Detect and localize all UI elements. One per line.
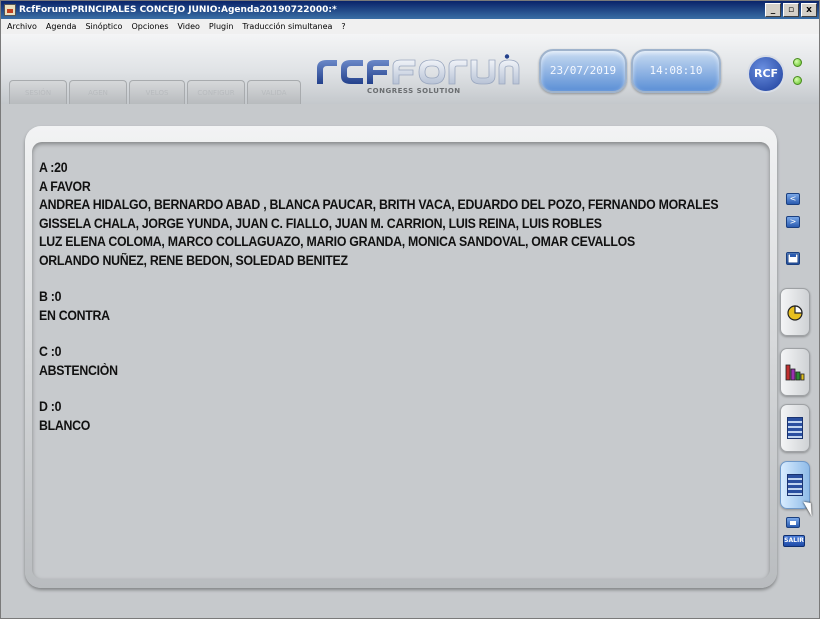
menu-video[interactable]: Video bbox=[178, 19, 200, 34]
list-button[interactable] bbox=[780, 404, 810, 452]
menu-sinoptico[interactable]: Sinóptico bbox=[85, 19, 122, 34]
menu-agenda[interactable]: Agenda bbox=[46, 19, 77, 34]
option-c-title: ABSTENCIÒN bbox=[39, 362, 118, 378]
menu-help[interactable]: ? bbox=[341, 19, 345, 34]
maximize-button[interactable]: ▫ bbox=[783, 3, 799, 17]
pie-chart-button[interactable] bbox=[780, 288, 810, 336]
option-d-title: BLANCO bbox=[39, 417, 91, 433]
exit-button[interactable]: SALIR bbox=[783, 535, 805, 547]
option-b-count: B :0 bbox=[39, 289, 62, 304]
bar-chart-button[interactable] bbox=[780, 348, 810, 396]
option-a-names-line: LUZ ELENA COLOMA, MARCO COLLAGUAZO, MARI… bbox=[39, 234, 635, 249]
option-a-count: A :20 bbox=[39, 160, 68, 175]
menu-traduccion[interactable]: Traducción simultanea bbox=[242, 19, 332, 34]
app-icon bbox=[4, 4, 16, 16]
tab-configuracion[interactable]: CONFIGUR bbox=[187, 80, 245, 104]
app-window: RcfForum:PRINCIPALES CONCEJO JUNIO:Agend… bbox=[0, 0, 820, 619]
close-button[interactable]: x bbox=[801, 3, 817, 17]
title-bar: RcfForum:PRINCIPALES CONCEJO JUNIO:Agend… bbox=[1, 1, 819, 19]
option-a-names-line: ORLANDO NUÑEZ, RENE BEDON, SOLEDAD BENIT… bbox=[39, 252, 348, 268]
window-title: RcfForum:PRINCIPALES CONCEJO JUNIO:Agend… bbox=[19, 5, 337, 15]
list-icon bbox=[787, 417, 803, 439]
status-led-bottom bbox=[793, 76, 802, 85]
menu-plugin[interactable]: Plugin bbox=[209, 19, 234, 34]
results-panel: A :20 A FAVOR ANDREA HIDALGO, BERNARDO A… bbox=[32, 142, 770, 579]
list-detail-icon bbox=[787, 474, 803, 496]
rcf-badge[interactable]: RCF bbox=[747, 55, 785, 93]
option-d-count: D :0 bbox=[39, 399, 62, 414]
bar-chart-icon bbox=[785, 364, 805, 381]
status-led-top bbox=[793, 58, 802, 67]
option-c-count: C :0 bbox=[39, 344, 62, 359]
tab-validar[interactable]: VALIDA bbox=[247, 80, 301, 104]
next-button[interactable]: > bbox=[786, 216, 800, 228]
option-a-names-line: ANDREA HIDALGO, BERNARDO ABAD , BLANCA P… bbox=[39, 197, 719, 212]
tab-agenda[interactable]: AGEN bbox=[69, 80, 127, 104]
option-a-names-line: GISSELA CHALA, JORGE YUNDA, JUAN C. FIAL… bbox=[39, 215, 602, 231]
pie-chart-icon bbox=[787, 305, 803, 321]
minimize-button[interactable]: _ bbox=[765, 3, 781, 17]
prev-button[interactable]: < bbox=[786, 193, 800, 205]
save-icon[interactable] bbox=[786, 252, 800, 265]
option-b-title: EN CONTRA bbox=[39, 307, 110, 323]
option-a-title: A FAVOR bbox=[39, 178, 91, 194]
logo-subtitle: CONGRESS SOLUTION bbox=[367, 87, 461, 95]
tab-votos[interactable]: VELOS bbox=[129, 80, 185, 104]
window-icon[interactable] bbox=[786, 517, 800, 528]
header-bar: SESIÓN AGEN VELOS CONFIGUR VALIDA CONGRE… bbox=[1, 34, 819, 104]
time-display: 14:08:10 bbox=[631, 49, 721, 93]
menu-opciones[interactable]: Opciones bbox=[131, 19, 168, 34]
date-display: 23/07/2019 bbox=[539, 49, 627, 93]
menu-archivo[interactable]: Archivo bbox=[7, 19, 37, 34]
menu-bar: Archivo Agenda Sinóptico Opciones Video … bbox=[1, 19, 819, 34]
tab-sesion[interactable]: SESIÓN bbox=[9, 80, 67, 104]
